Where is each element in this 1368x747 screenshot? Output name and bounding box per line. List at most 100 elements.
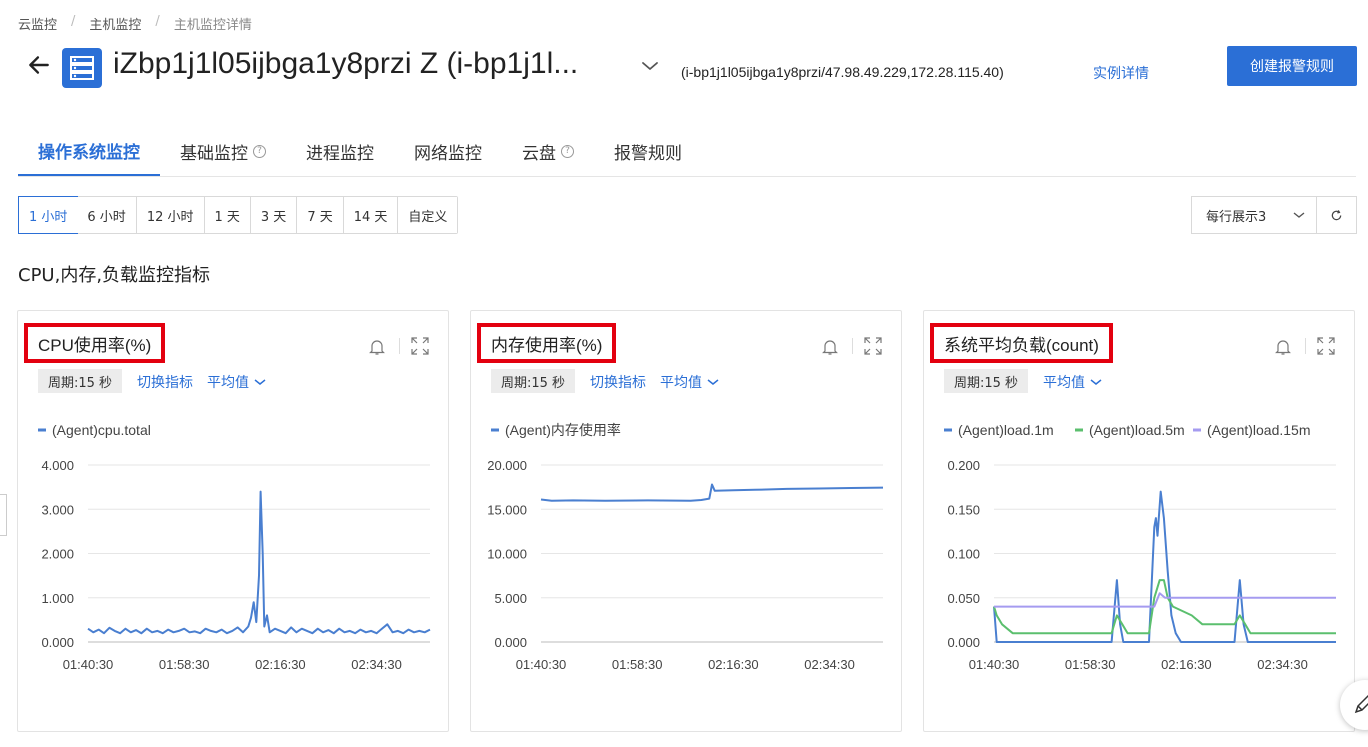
side-panel-handle[interactable] xyxy=(0,494,7,536)
legend-label: (Agent)load.15m xyxy=(1207,422,1311,438)
y-tick-label: 0.000 xyxy=(947,635,980,650)
x-tick-label: 01:58:30 xyxy=(1065,657,1116,672)
chevron-down-icon xyxy=(254,379,266,385)
breadcrumb-item-cloud-monitor[interactable]: 云监控 xyxy=(18,14,57,33)
range-7-days[interactable]: 7 天 xyxy=(297,197,344,233)
range-12-hours[interactable]: 12 小时 xyxy=(136,197,205,233)
series-line xyxy=(994,592,1336,608)
range-1-day[interactable]: 1 天 xyxy=(204,197,251,233)
series-line xyxy=(540,483,884,502)
refresh-icon xyxy=(1331,209,1342,220)
legend-item[interactable]: (Agent)load.1m xyxy=(944,422,1054,438)
legend-label: (Agent)cpu.total xyxy=(52,422,151,438)
back-arrow-icon[interactable] xyxy=(26,52,52,78)
bell-icon[interactable] xyxy=(821,338,839,356)
legend-item[interactable]: (Agent)cpu.total xyxy=(38,422,151,438)
x-tick-label: 01:58:30 xyxy=(612,657,663,672)
x-tick-label: 02:16:30 xyxy=(255,657,306,672)
series-line xyxy=(993,490,1336,643)
instance-detail-link[interactable]: 实例详情 xyxy=(1093,63,1149,83)
fullscreen-icon[interactable] xyxy=(410,336,430,356)
edit-floating-button[interactable] xyxy=(1340,680,1368,730)
chevron-down-icon xyxy=(1293,212,1305,218)
chart-card-cpu: CPU使用率(%) 周期:15 秒 切换指标 平均值 (Agent)cpu.to… xyxy=(17,310,449,732)
y-tick-label: 3.000 xyxy=(41,502,74,517)
section-title: CPU,内存,负载监控指标 xyxy=(18,265,211,286)
range-6-hours[interactable]: 6 小时 xyxy=(77,197,137,233)
refresh-button[interactable] xyxy=(1317,196,1357,234)
switch-metric-link[interactable]: 切换指标 xyxy=(137,372,193,392)
range-3-days[interactable]: 3 天 xyxy=(250,197,298,233)
chart-card-load: 系统平均负载(count) 周期:15 秒 平均值 (Agent)load.1m… xyxy=(923,310,1355,732)
bell-icon[interactable] xyxy=(368,338,386,356)
y-tick-label: 0.100 xyxy=(947,547,980,562)
chart-title: 系统平均负载(count) xyxy=(930,323,1113,363)
fullscreen-icon[interactable] xyxy=(863,336,883,356)
x-tick-label: 02:34:30 xyxy=(1257,657,1308,672)
period-badge: 周期:15 秒 xyxy=(944,369,1029,393)
series-line xyxy=(87,490,431,635)
period-badge: 周期:15 秒 xyxy=(491,369,576,393)
tab-cloud-disk[interactable]: 云盘? xyxy=(502,126,594,176)
create-alarm-rule-button[interactable]: 创建报警规则 xyxy=(1227,46,1357,86)
y-tick-label: 20.000 xyxy=(487,458,527,473)
page-title: iZbp1j1l05ijbga1y8przi Z (i-bp1j1l... xyxy=(113,47,579,80)
y-tick-label: 0.050 xyxy=(947,591,980,606)
x-tick-label: 01:40:30 xyxy=(516,657,567,672)
breadcrumb-item-host-monitor[interactable]: 主机监控 xyxy=(89,14,141,33)
tab-network-monitor[interactable]: 网络监控 xyxy=(394,126,502,176)
range-14-days[interactable]: 14 天 xyxy=(343,197,399,233)
x-tick-label: 01:40:30 xyxy=(969,657,1020,672)
x-tick-label: 01:40:30 xyxy=(63,657,114,672)
period-badge: 周期:15 秒 xyxy=(38,369,123,393)
tab-os-monitor[interactable]: 操作系统监控 xyxy=(18,126,160,176)
line-chart: (Agent)内存使用率 20.000 15.000 10.000 5.000 0.000… xyxy=(487,422,884,672)
x-tick-label: 02:34:30 xyxy=(804,657,855,672)
x-tick-label: 01:58:30 xyxy=(159,657,210,672)
legend-item[interactable]: (Agent)load.15m xyxy=(1193,422,1311,438)
chevron-down-icon xyxy=(707,379,719,385)
chart-title: 内存使用率(%) xyxy=(477,323,617,363)
y-tick-label: 0.000 xyxy=(494,635,527,650)
x-tick-label: 02:16:30 xyxy=(1161,657,1212,672)
aggregation-select[interactable]: 平均值 xyxy=(1043,372,1103,392)
range-custom[interactable]: 自定义 xyxy=(398,197,458,233)
range-1-hour[interactable]: 1 小时 xyxy=(18,196,79,234)
help-icon[interactable]: ? xyxy=(561,144,574,158)
y-tick-label: 0.150 xyxy=(947,502,980,517)
divider xyxy=(852,338,853,354)
legend-label: (Agent)load.5m xyxy=(1089,422,1185,438)
server-icon xyxy=(62,48,102,88)
tab-process-monitor[interactable]: 进程监控 xyxy=(286,126,394,176)
help-icon[interactable]: ? xyxy=(253,144,266,158)
tab-alarm-rules[interactable]: 报警规则 xyxy=(594,126,702,176)
aggregation-label: 平均值 xyxy=(660,375,702,391)
y-tick-label: 0.000 xyxy=(41,635,74,650)
pencil-icon xyxy=(1354,694,1368,714)
aggregation-select[interactable]: 平均值 xyxy=(660,372,720,392)
line-chart: (Agent)cpu.total 4.000 3.000 2.000 1.000 0.00… xyxy=(38,422,431,672)
legend-label: (Agent)load.1m xyxy=(958,422,1054,438)
tab-label: 进程监控 xyxy=(306,143,374,164)
breadcrumb-separator: / xyxy=(155,14,160,29)
aggregation-select[interactable]: 平均值 xyxy=(207,372,267,392)
breadcrumb-item-host-detail: 主机监控详情 xyxy=(173,18,252,33)
tab-label: 云盘 xyxy=(522,143,556,164)
divider xyxy=(399,338,400,354)
bell-icon[interactable] xyxy=(1274,338,1292,356)
chevron-down-icon[interactable] xyxy=(638,54,662,78)
breadcrumb-separator: / xyxy=(71,14,76,29)
time-range-selector: 1 小时 6 小时 12 小时 1 天 3 天 7 天 14 天 自定义 xyxy=(18,196,459,234)
chevron-down-icon xyxy=(1090,379,1102,385)
tab-label: 基础监控 xyxy=(180,143,248,164)
divider xyxy=(1305,338,1306,354)
page-header: iZbp1j1l05ijbga1y8przi Z (i-bp1j1l... (i… xyxy=(18,44,1358,96)
legend-item[interactable]: (Agent)内存使用率 xyxy=(491,422,621,438)
legend-item[interactable]: (Agent)load.5m xyxy=(1075,422,1185,438)
y-tick-label: 2.000 xyxy=(41,547,74,562)
fullscreen-icon[interactable] xyxy=(1316,336,1336,356)
switch-metric-link[interactable]: 切换指标 xyxy=(590,372,646,392)
tab-basic-monitor[interactable]: 基础监控? xyxy=(160,126,286,176)
chart-title: CPU使用率(%) xyxy=(24,323,166,363)
per-row-select[interactable]: 每行展示3 xyxy=(1191,196,1317,234)
